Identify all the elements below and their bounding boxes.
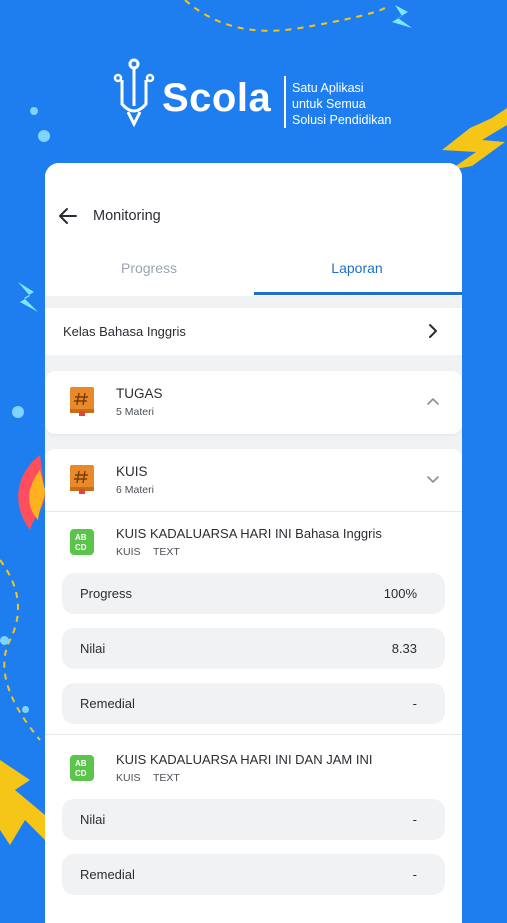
stat-label: Remedial (80, 696, 135, 711)
brand-header: Scola Satu Aplikasi untuk Semua Solusi P… (112, 58, 412, 138)
quiz-type-tag: KUIS (116, 546, 141, 558)
top-bar: Monitoring Progress Laporan (45, 163, 462, 296)
stat-value: 100% (383, 586, 417, 601)
stat-label: Nilai (80, 641, 106, 656)
kuis-list: AB CD KUIS KADALUARSA HARI INI Bahasa In… (45, 511, 462, 923)
book-hash-icon (70, 465, 94, 494)
decor-dot (12, 406, 24, 418)
stat-label: Remedial (80, 867, 135, 882)
chevron-right-icon (429, 324, 437, 338)
stat-value: - (412, 812, 417, 827)
class-selector-label: Kelas Bahasa Inggris (63, 324, 186, 339)
svg-text:AB: AB (75, 533, 87, 542)
quiz-title[interactable]: KUIS KADALUARSA HARI INI DAN JAM INI (116, 752, 372, 767)
active-tab-indicator (254, 292, 462, 295)
chevron-up-icon[interactable] (426, 396, 440, 406)
book-hash-icon (70, 387, 94, 416)
page-title: Monitoring (93, 208, 161, 224)
quiz-title[interactable]: KUIS KADALUARSA HARI INI Bahasa Inggris (116, 526, 382, 541)
class-selector[interactable]: Kelas Bahasa Inggris (45, 308, 462, 355)
stat-remedial: Remedial - (62, 683, 445, 724)
stat-value: 8.33 (391, 641, 417, 656)
scola-logo-icon (113, 58, 155, 128)
tab-progress[interactable]: Progress (45, 260, 253, 276)
brand-name: Scola (162, 76, 272, 120)
tab-laporan[interactable]: Laporan (253, 260, 461, 276)
stat-nilai: Nilai 8.33 (62, 628, 445, 669)
svg-text:CD: CD (75, 543, 87, 552)
stat-remedial: Remedial - (62, 854, 445, 895)
stat-value: - (412, 696, 417, 711)
stat-progress: Progress 100% (62, 573, 445, 614)
arrow-left-icon[interactable] (58, 206, 78, 226)
section-subtitle: 5 Materi (116, 406, 154, 418)
section-kuis[interactable]: KUIS 6 Materi (45, 449, 462, 512)
brand-tagline: Satu Aplikasi untuk Semua Solusi Pendidi… (292, 81, 392, 127)
stat-nilai: Nilai - (62, 799, 445, 840)
decor-dot (22, 706, 29, 713)
app-screen: Monitoring Progress Laporan Kelas Bahasa… (45, 163, 462, 923)
stat-label: Progress (80, 586, 133, 601)
svg-text:AB: AB (75, 759, 87, 768)
section-subtitle: 6 Materi (116, 484, 154, 496)
section-tugas[interactable]: TUGAS 5 Materi (45, 371, 462, 434)
divider (45, 511, 462, 512)
decor-dot (0, 636, 9, 645)
quiz-format-tag: TEXT (153, 772, 180, 784)
quiz-type-tag: KUIS (116, 772, 141, 784)
divider (45, 734, 462, 735)
quiz-format-tag: TEXT (153, 546, 180, 558)
decor-dot (30, 107, 38, 115)
chevron-down-icon[interactable] (426, 474, 440, 484)
stat-label: Nilai (80, 812, 106, 827)
section-title: TUGAS (116, 386, 163, 401)
section-title: KUIS (116, 464, 148, 479)
brand-divider (284, 76, 286, 128)
abcd-icon: AB CD (70, 755, 94, 781)
decor-dot (38, 130, 50, 142)
stat-value: - (412, 867, 417, 882)
svg-text:CD: CD (75, 769, 87, 778)
abcd-icon: AB CD (70, 529, 94, 555)
